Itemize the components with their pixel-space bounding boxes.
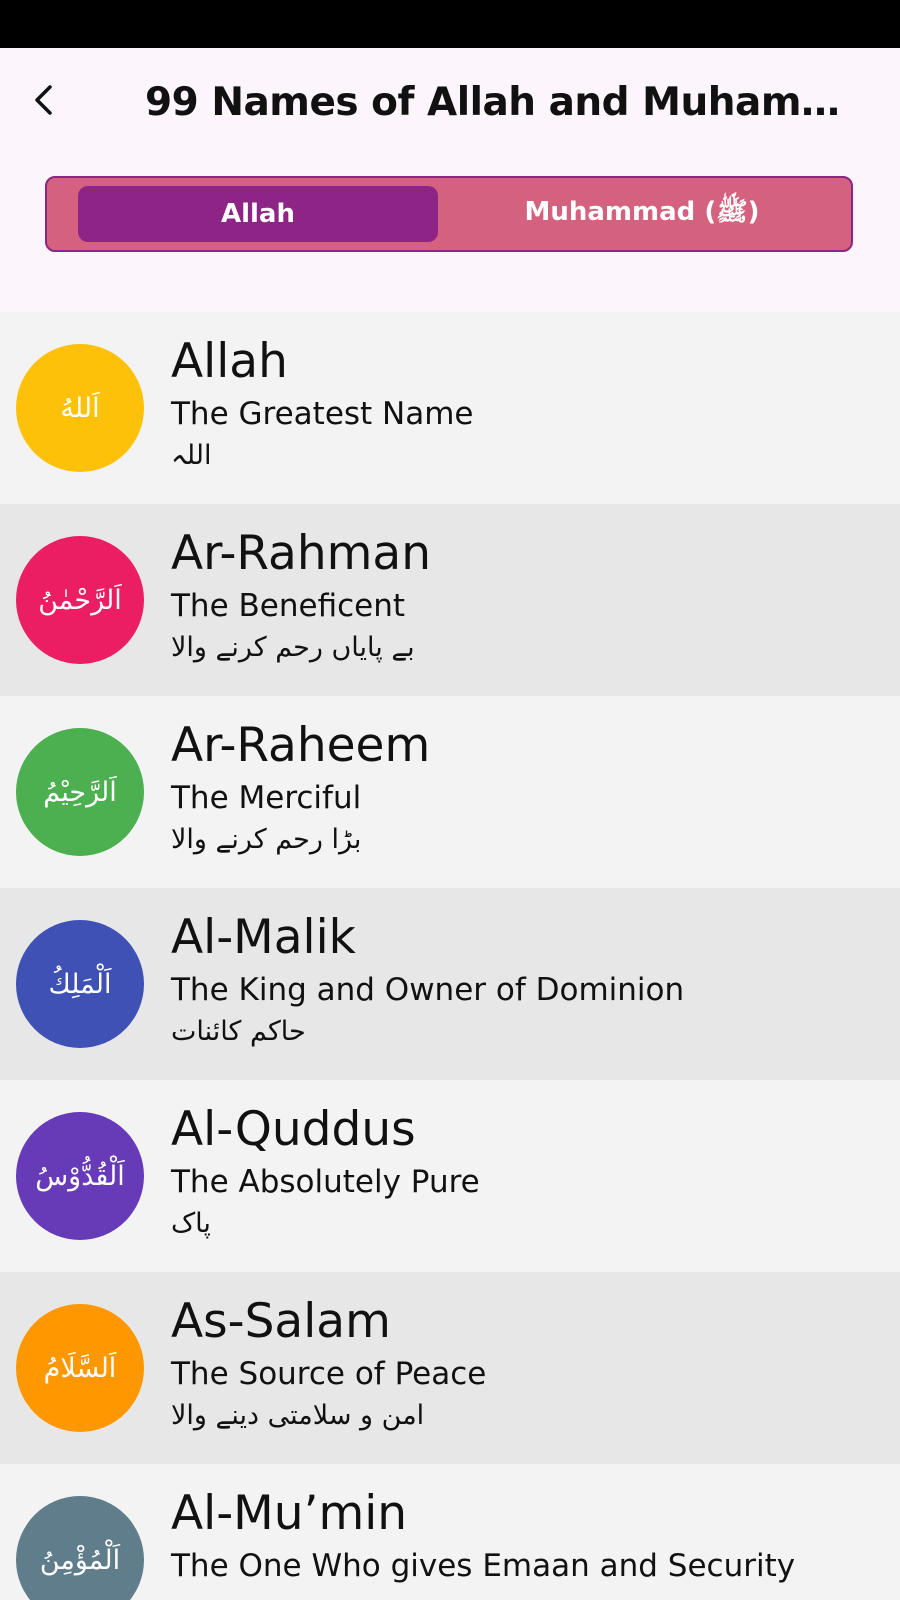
name-urdu: حاکم کائنات — [171, 1016, 306, 1047]
status-bar — [0, 0, 900, 48]
name-avatar: اَللهُ — [16, 344, 144, 472]
name-meaning: The Beneficent — [171, 588, 406, 624]
list-item[interactable]: اَلْقُدُّوْسُ Al-Quddus The Absolutely Pur… — [0, 1080, 900, 1272]
tab-allah[interactable]: Allah — [78, 186, 438, 242]
chevron-left-icon — [35, 85, 52, 115]
name-avatar: اَلْقُدُّوْسُ — [16, 1112, 144, 1240]
name-title: Ar-Rahman — [171, 526, 432, 581]
list-item[interactable]: اَلسَّلَامُ As-Salam The Source of Peace ام… — [0, 1272, 900, 1468]
name-meaning: The Absolutely Pure — [171, 1164, 480, 1200]
name-urdu: اللہ — [171, 440, 212, 471]
list-item[interactable]: اَلْمُؤْمِنُ Al-Mu’min The One Who gives E… — [0, 1464, 900, 1600]
name-title: Al-Malik — [171, 910, 356, 965]
name-urdu: بے پایاں رحم کرنے والا — [171, 632, 415, 663]
back-button[interactable] — [20, 76, 68, 124]
list-item[interactable]: اَلرَّحِيْمُ Ar-Raheem The Merciful بڑا رحم… — [0, 696, 900, 892]
name-title: As-Salam — [171, 1294, 391, 1349]
names-list[interactable]: اَللهُ Allah The Greatest Name اللہ اَلرَّحْ… — [0, 312, 900, 1600]
name-avatar: اَلرَّحْمٰنُ — [16, 536, 144, 664]
name-urdu: پاک — [171, 1208, 211, 1239]
name-avatar: اَلسَّلَامُ — [16, 1304, 144, 1432]
segmented-tabs: Allah Muhammad (ﷺ) — [45, 176, 853, 252]
name-avatar: اَلْمُؤْمِنُ — [16, 1496, 144, 1600]
name-meaning: The Greatest Name — [171, 396, 474, 432]
list-item[interactable]: اَلرَّحْمٰنُ Ar-Rahman The Beneficent بے پا… — [0, 504, 900, 700]
name-urdu: امن و سلامتی دینے والا — [171, 1400, 425, 1431]
name-title: Ar-Raheem — [171, 718, 431, 773]
name-avatar: اَلْمَلِكُ — [16, 920, 144, 1048]
name-title: Al-Mu’min — [171, 1486, 408, 1541]
name-meaning: The One Who gives Emaan and Security — [171, 1548, 796, 1584]
name-meaning: The Merciful — [171, 780, 362, 816]
tab-muhammad[interactable]: Muhammad (ﷺ) — [442, 186, 842, 242]
name-urdu: بڑا رحم کرنے والا — [171, 824, 362, 855]
page-title: 99 Names of Allah and Muhamma... — [145, 80, 875, 125]
list-item[interactable]: اَلْمَلِكُ Al-Malik The King and Owner of … — [0, 888, 900, 1084]
name-avatar: اَلرَّحِيْمُ — [16, 728, 144, 856]
app-bar: 99 Names of Allah and Muhamma... — [0, 48, 900, 160]
name-title: Allah — [171, 334, 288, 389]
name-meaning: The Source of Peace — [171, 1356, 487, 1392]
name-title: Al-Quddus — [171, 1102, 416, 1157]
list-item[interactable]: اَللهُ Allah The Greatest Name اللہ — [0, 312, 900, 504]
name-meaning: The King and Owner of Dominion — [171, 972, 685, 1008]
